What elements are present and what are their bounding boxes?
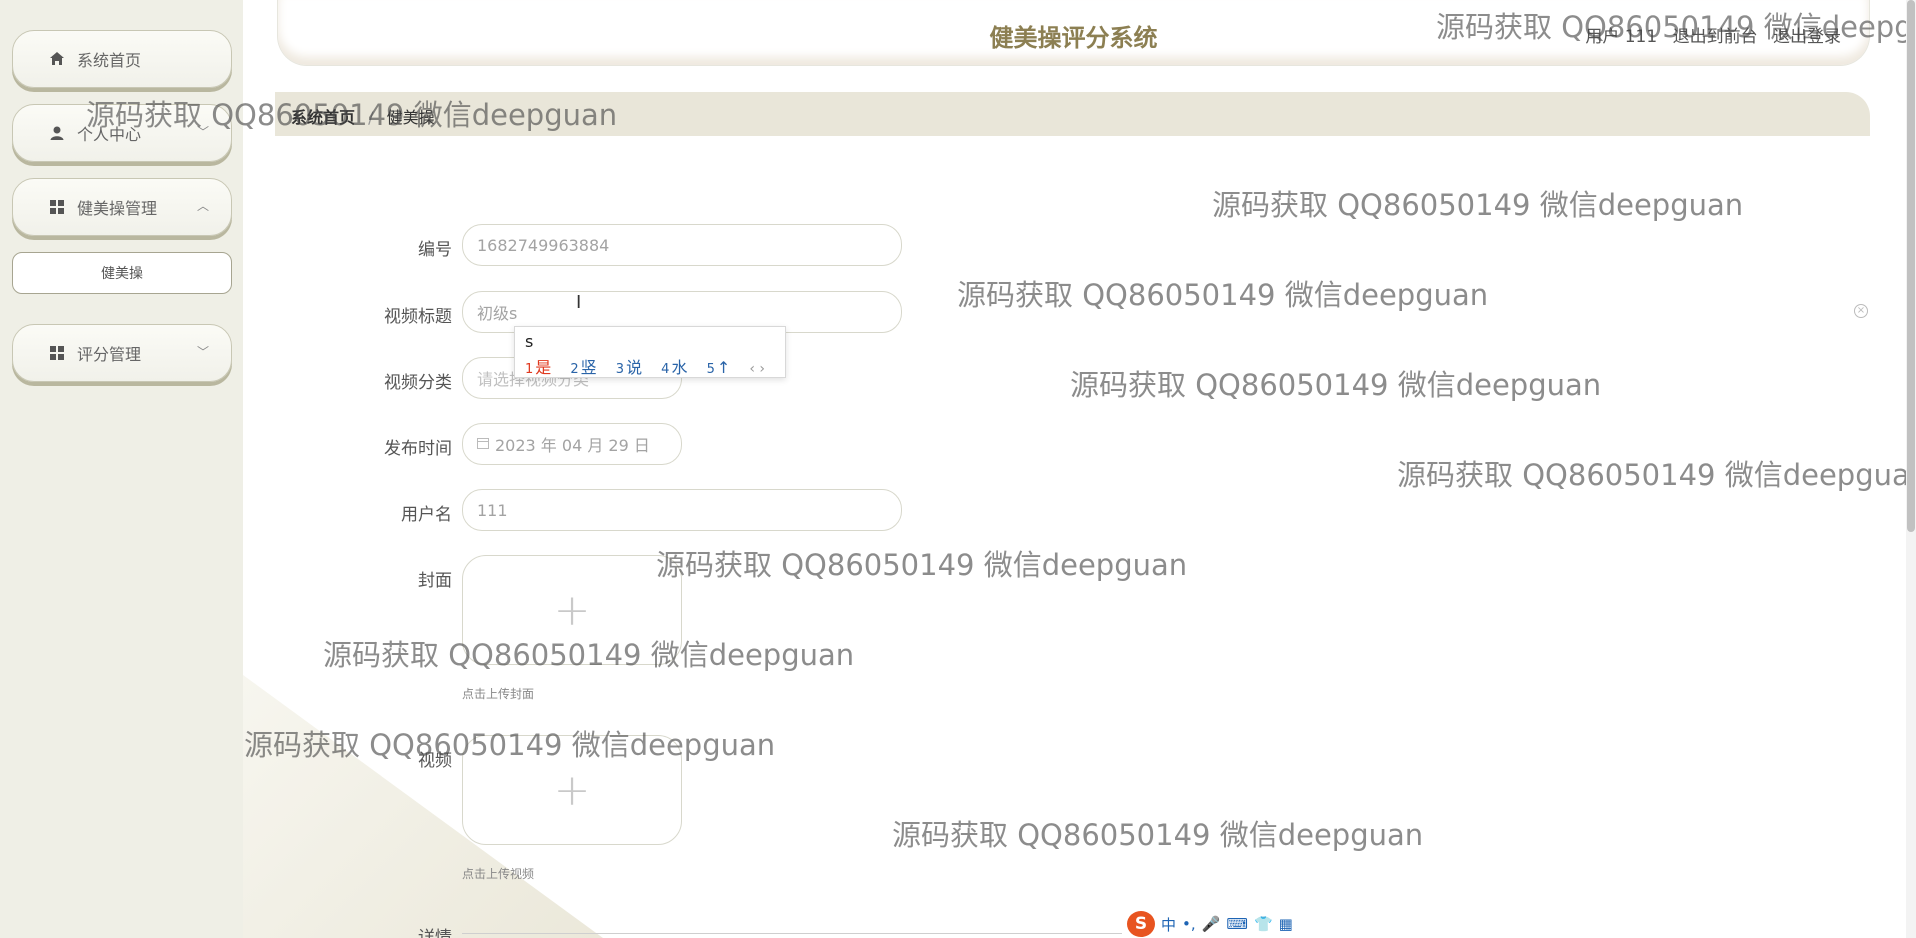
punctuation-icon[interactable]: •, [1182, 915, 1196, 933]
skin-icon[interactable]: 👕 [1254, 915, 1273, 933]
ime-candidate[interactable]: 1是 [525, 358, 551, 377]
video-upload[interactable]: + [462, 735, 682, 845]
ime-composition: s [525, 332, 534, 351]
detail-editor[interactable] [462, 933, 1122, 938]
sidebar-item-home[interactable]: 系统首页 [12, 30, 232, 88]
watermark: 源码获取 QQ86050149 微信deepguan [1070, 368, 1602, 402]
sidebar-item-label: 评分管理 [77, 345, 142, 364]
title-value: 初级s [477, 304, 518, 323]
cover-label: 封面 [418, 571, 452, 591]
header: 健美操评分系统 用户 111 退出到前台 退出登录 [277, 0, 1870, 66]
username-field[interactable]: 111 [462, 489, 902, 531]
sidebar-item-label: 健美操管理 [77, 199, 158, 218]
cover-upload-hint: 点击上传封面 [462, 687, 535, 701]
ime-page-arrows[interactable]: ‹ › [749, 361, 765, 377]
sogou-logo-icon[interactable]: S [1127, 911, 1155, 937]
watermark: 源码获取 QQ86050149 微信deepguan [957, 278, 1489, 312]
detail-label: 详情 [418, 928, 452, 938]
scrollbar[interactable] [1906, 0, 1916, 938]
grid-icon [49, 199, 65, 215]
date-label: 发布时间 [384, 439, 452, 459]
id-value: 1682749963884 [477, 235, 610, 255]
watermark: 源码获取 QQ86050149 微信deepguan [1397, 458, 1916, 492]
ime-candidate-popup: s 1是 2竖 3说 4水 5 ↑ ‹ › [514, 326, 786, 378]
id-field[interactable]: 1682749963884 [462, 224, 902, 266]
cover-upload[interactable]: + [462, 555, 682, 665]
chevron-up-icon: ︿ [196, 199, 209, 213]
sidebar-item-aerobics-management[interactable]: 健美操管理 ︿ [12, 178, 232, 236]
ime-mode-toggle[interactable]: 中 [1161, 914, 1176, 935]
close-icon[interactable]: × [1854, 304, 1868, 318]
text-cursor-icon: I [576, 292, 582, 313]
video-upload-hint: 点击上传视频 [462, 867, 535, 881]
date-picker[interactable]: 2023 年 04 月 29 日 [462, 423, 682, 465]
ime-candidate[interactable]: 4水 [661, 358, 687, 377]
breadcrumb-separator: / [368, 108, 374, 127]
user-icon [49, 125, 65, 141]
video-label: 视频 [418, 751, 452, 771]
calendar-icon [477, 437, 489, 452]
ime-candidate[interactable]: 3说 [616, 358, 642, 377]
sidebar-subitem-label: 健美操 [101, 266, 143, 282]
toolbox-icon[interactable]: ▦ [1279, 915, 1293, 933]
sidebar-item-profile[interactable]: 个人中心 ﹀ [12, 104, 232, 162]
back-to-frontend-link[interactable]: 退出到前台 [1673, 27, 1758, 47]
breadcrumb: 系统首页 / 健美操 [275, 92, 1870, 136]
ime-candidates: 1是 2竖 3说 4水 5 ↑ ‹ › [525, 354, 765, 378]
username-label: 用户名 [401, 505, 452, 525]
breadcrumb-home[interactable]: 系统首页 [291, 108, 355, 127]
username-value: 111 [477, 500, 508, 520]
date-value: 2023 年 04 月 29 日 [495, 436, 650, 455]
category-label: 视频分类 [384, 373, 452, 393]
plus-icon: + [553, 764, 591, 816]
current-user: 用户 111 [1585, 27, 1658, 47]
ime-candidate[interactable]: 2竖 [570, 358, 596, 377]
ime-toolbar: S 中 •, 🎤 ⌨ 👕 ▦ [1127, 910, 1293, 938]
chevron-down-icon: ﹀ [196, 125, 209, 139]
ime-candidate[interactable]: 5 ↑ [707, 358, 731, 377]
breadcrumb-current: 健美操 [386, 108, 435, 127]
id-label: 编号 [418, 240, 452, 260]
watermark: 源码获取 QQ86050149 微信deepguan [656, 548, 1188, 582]
header-links: 用户 111 退出到前台 退出登录 [1575, 22, 1841, 47]
scrollbar-thumb[interactable] [1907, 0, 1915, 532]
watermark: 源码获取 QQ86050149 微信deepguan [892, 818, 1424, 852]
title-label: 视频标题 [384, 307, 452, 327]
microphone-icon[interactable]: 🎤 [1202, 915, 1221, 933]
grid-icon [49, 345, 65, 361]
plus-icon: + [553, 584, 591, 636]
watermark: 源码获取 QQ86050149 微信deepguan [1212, 188, 1744, 222]
sidebar-item-label: 系统首页 [77, 51, 142, 70]
logout-link[interactable]: 退出登录 [1773, 27, 1841, 47]
sidebar-item-label: 个人中心 [77, 125, 142, 144]
chevron-down-icon: ﹀ [196, 345, 209, 359]
home-icon [49, 51, 65, 67]
sidebar: 系统首页 个人中心 ﹀ 健美操管理 ︿ 健美操 评分管理 ﹀ [0, 0, 243, 938]
keyboard-icon[interactable]: ⌨ [1226, 915, 1248, 933]
